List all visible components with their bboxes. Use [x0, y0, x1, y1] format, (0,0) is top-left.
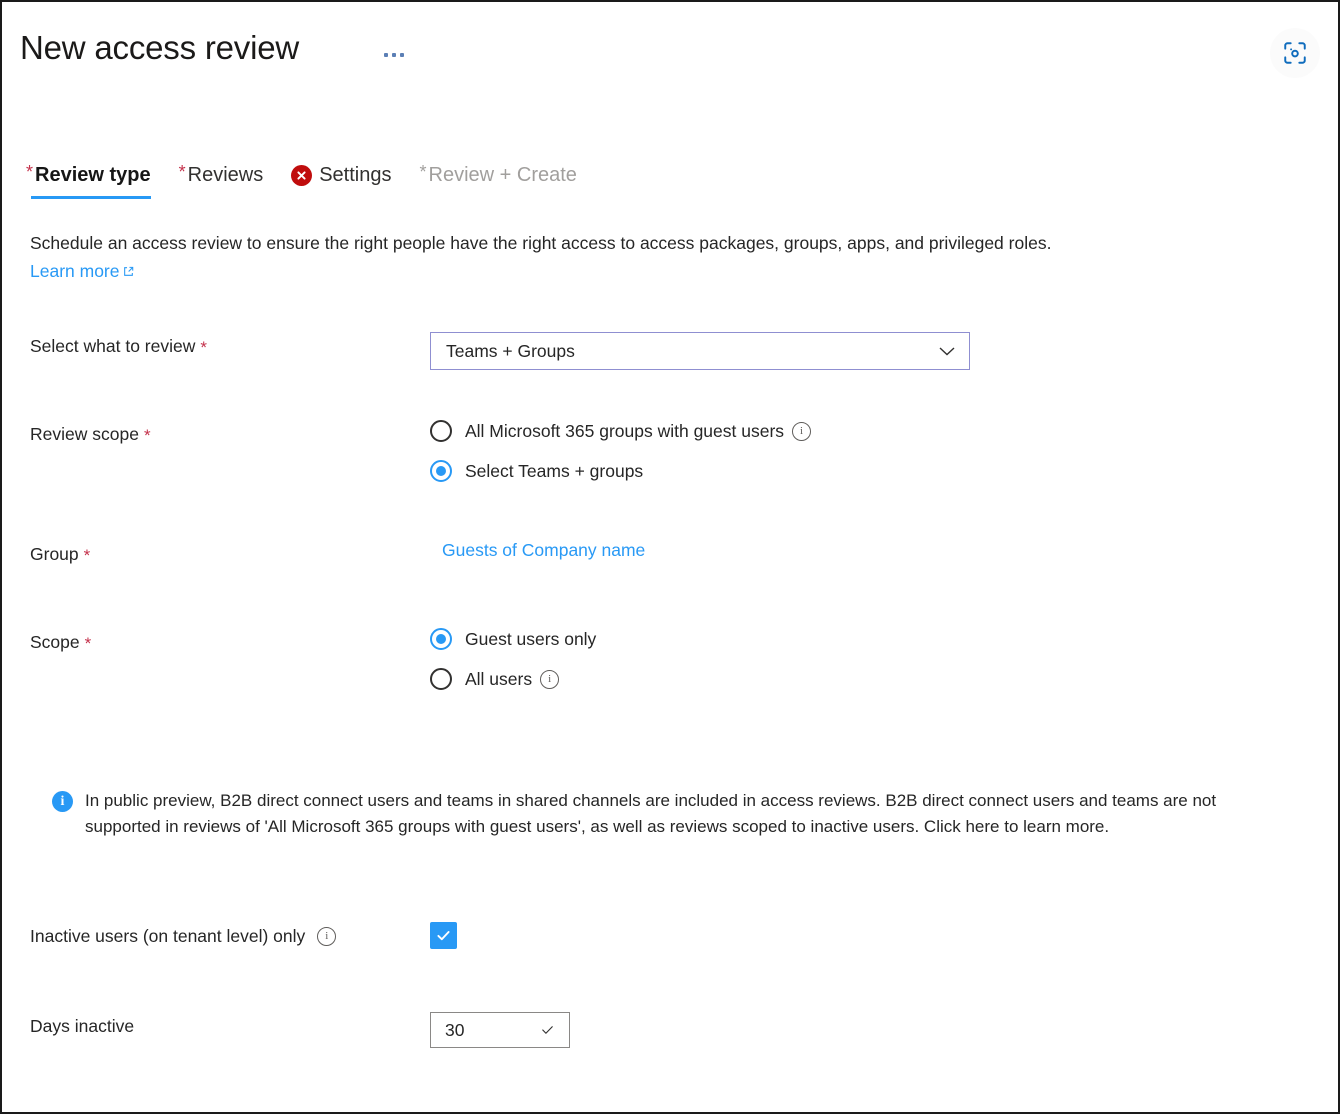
tab-settings[interactable]: Settings: [277, 162, 405, 199]
radio-label-text: Guest users only: [465, 628, 596, 650]
public-preview-info-banner: i In public preview, B2B direct connect …: [52, 788, 1287, 840]
radio-indicator: [430, 460, 452, 482]
info-filled-icon: i: [52, 791, 73, 812]
active-tab-underline: [31, 196, 151, 199]
description-text: Schedule an access review to ensure the …: [30, 233, 1051, 253]
tab-review-create[interactable]: * Review + Create: [405, 162, 590, 199]
error-icon: [291, 165, 312, 186]
dropdown-value: Teams + Groups: [446, 341, 575, 362]
radio-label-text: All Microsoft 365 groups with guest user…: [465, 420, 784, 442]
field-label: Select what to review *: [30, 332, 430, 358]
info-icon[interactable]: i: [317, 927, 336, 946]
tab-label: Review + Create: [429, 162, 577, 188]
confirm-check-icon[interactable]: [538, 1023, 557, 1037]
label-text: Scope: [30, 630, 80, 654]
radio-all-users[interactable]: All users i: [430, 668, 1290, 690]
required-marker: *: [144, 427, 151, 444]
dot-3: [400, 53, 404, 57]
days-inactive-input[interactable]: 30: [430, 1012, 570, 1048]
required-marker: *: [200, 339, 207, 356]
chevron-down-icon: [938, 345, 956, 357]
field-inactive-users: Inactive users (on tenant level) only i: [30, 922, 1290, 949]
days-inactive-value[interactable]: 30: [445, 1020, 464, 1041]
field-label: Group *: [30, 540, 430, 566]
scope-radio-group: Guest users only All users i: [430, 628, 1290, 690]
screenshot-scan-icon[interactable]: [1270, 28, 1320, 78]
field-days-inactive: Days inactive 30: [30, 1012, 1290, 1048]
field-label: Inactive users (on tenant level) only i: [30, 922, 430, 948]
select-what-to-review-dropdown[interactable]: Teams + Groups: [430, 332, 970, 370]
radio-indicator: [430, 668, 452, 690]
inactive-users-checkbox[interactable]: [430, 922, 457, 949]
review-scope-radio-group: All Microsoft 365 groups with guest user…: [430, 420, 1290, 482]
tab-label: Reviews: [188, 162, 264, 188]
tab-reviews[interactable]: * Reviews: [165, 162, 278, 199]
field-group: Group * Guests of Company name: [30, 540, 1290, 566]
blade-description: Schedule an access review to ensure the …: [30, 229, 1230, 285]
label-text: Inactive users (on tenant level) only: [30, 924, 305, 948]
field-select-what-to-review: Select what to review * Teams + Groups: [30, 332, 1290, 370]
x-glyph: [296, 170, 307, 181]
external-link-icon: [122, 265, 135, 278]
info-icon[interactable]: i: [792, 422, 811, 441]
radio-indicator: [430, 628, 452, 650]
required-marker: *: [85, 635, 92, 652]
radio-label-text: All users: [465, 668, 532, 690]
group-link[interactable]: Guests of Company name: [442, 540, 645, 560]
radio-guest-users-only[interactable]: Guest users only: [430, 628, 1290, 650]
required-marker: *: [26, 163, 33, 181]
dot-1: [384, 53, 388, 57]
label-text: Select what to review: [30, 334, 195, 358]
label-text: Days inactive: [30, 1014, 134, 1038]
more-options-button[interactable]: [377, 42, 411, 68]
page-title: New access review: [20, 29, 299, 67]
dot-2: [392, 53, 396, 57]
field-label: Review scope *: [30, 420, 430, 446]
new-access-review-blade: New access review * Review type *: [0, 0, 1340, 1114]
check-icon: [435, 927, 452, 944]
field-scope: Scope * Guest users only All users i: [30, 628, 1290, 690]
radio-indicator: [430, 420, 452, 442]
tab-label: Review type: [35, 162, 151, 188]
required-marker: *: [419, 163, 426, 181]
wizard-tabs: * Review type * Reviews Settings * Revie…: [26, 162, 591, 199]
info-icon[interactable]: i: [540, 670, 559, 689]
tab-review-type[interactable]: * Review type: [26, 162, 165, 199]
required-marker: *: [84, 547, 91, 564]
learn-more-label: Learn more: [30, 257, 120, 285]
tab-label: Settings: [319, 162, 391, 188]
radio-all-m365-groups-with-guest-users[interactable]: All Microsoft 365 groups with guest user…: [430, 420, 1290, 442]
scan-glyph: [1282, 40, 1308, 66]
label-text: Review scope: [30, 422, 139, 446]
label-text: Group: [30, 542, 79, 566]
field-label: Scope *: [30, 628, 430, 654]
radio-label-text: Select Teams + groups: [465, 460, 643, 482]
required-marker: *: [179, 163, 186, 181]
blade-header: New access review: [2, 2, 1338, 112]
radio-select-teams-groups[interactable]: Select Teams + groups: [430, 460, 1290, 482]
field-review-scope: Review scope * All Microsoft 365 groups …: [30, 420, 1290, 482]
field-label: Days inactive: [30, 1012, 430, 1038]
banner-text: In public preview, B2B direct connect us…: [85, 788, 1287, 840]
learn-more-link[interactable]: Learn more: [30, 257, 135, 285]
